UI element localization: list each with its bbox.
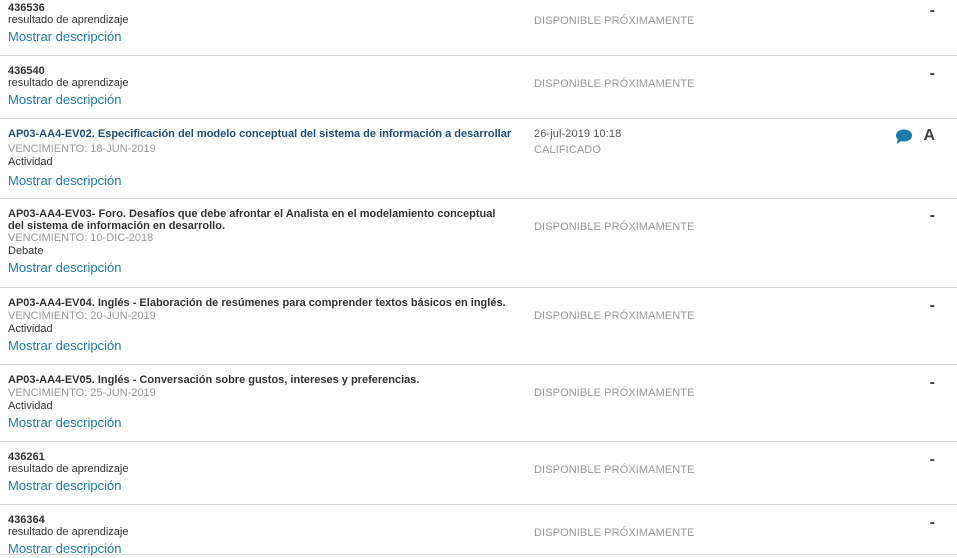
item-type: Debate: [8, 245, 44, 257]
item-info: AP03-AA4-EV03- Foro. Desafíos que debe a…: [8, 208, 508, 277]
item-type: Actividad: [8, 323, 53, 335]
item-title: 436364: [8, 514, 45, 526]
item-type: Actividad: [8, 400, 53, 412]
grade-value: -: [929, 374, 935, 391]
item-title: 436261: [8, 451, 45, 463]
show-description-link[interactable]: Mostrar descripción: [8, 173, 121, 188]
status-text: DISPONIBLE PRÓXIMAMENTE: [534, 310, 695, 322]
show-description-link[interactable]: Mostrar descripción: [8, 92, 121, 107]
grade-value: -: [929, 2, 935, 19]
list-item: AP03-AA4-EV05. Inglés - Conversación sob…: [0, 365, 957, 442]
item-type: resultado de aprendizaje: [8, 526, 129, 538]
status-text: DISPONIBLE PRÓXIMAMENTE: [534, 78, 695, 90]
show-description-link[interactable]: Mostrar descripción: [8, 29, 121, 44]
grades-list: 436536 resultado de aprendizaje Mostrar …: [0, 0, 957, 558]
grade-value: A: [923, 127, 935, 144]
status-text: DISPONIBLE PRÓXIMAMENTE: [534, 464, 695, 476]
submission-date: 26-jul-2019 10:18: [534, 128, 622, 140]
item-type: resultado de aprendizaje: [8, 463, 129, 475]
grade-value: -: [929, 207, 935, 224]
item-type: resultado de aprendizaje: [8, 14, 129, 26]
due-date: VENCIMIENTO: 25-JUN-2019: [8, 387, 156, 399]
due-date: VENCIMIENTO: 20-JUN-2019: [8, 310, 156, 322]
grade-value: -: [929, 451, 935, 468]
item-title: 436540: [8, 65, 45, 77]
grade-value: -: [929, 514, 935, 531]
status-text: DISPONIBLE PRÓXIMAMENTE: [534, 221, 695, 233]
item-info: AP03-AA4-EV05. Inglés - Conversación sob…: [8, 374, 518, 432]
grade-value: -: [929, 65, 935, 82]
show-description-link[interactable]: Mostrar descripción: [8, 260, 121, 275]
list-item: AP03-AA4-EV02. Especificación del modelo…: [0, 119, 957, 199]
list-item: 436261 resultado de aprendizaje Mostrar …: [0, 442, 957, 505]
list-item: AP03-AA4-EV04. Inglés - Elaboración de r…: [0, 288, 957, 365]
item-type: Actividad: [8, 156, 53, 168]
list-item: 436364 resultado de aprendizaje Mostrar …: [0, 505, 957, 558]
show-description-link[interactable]: Mostrar descripción: [8, 478, 121, 493]
show-description-link[interactable]: Mostrar descripción: [8, 338, 121, 353]
due-date: VENCIMIENTO: 10-DIC-2018: [8, 232, 154, 244]
item-type: resultado de aprendizaje: [8, 77, 129, 89]
status-text: DISPONIBLE PRÓXIMAMENTE: [534, 527, 695, 539]
item-info: 436540 resultado de aprendizaje Mostrar …: [8, 65, 518, 109]
item-title-link[interactable]: AP03-AA4-EV02. Especificación del modelo…: [8, 128, 528, 140]
item-info: AP03-AA4-EV02. Especificación del modelo…: [8, 128, 528, 190]
item-info: 436364 resultado de aprendizaje Mostrar …: [8, 514, 518, 558]
item-title: AP03-AA4-EV04. Inglés - Elaboración de r…: [8, 297, 506, 309]
show-description-link[interactable]: Mostrar descripción: [8, 415, 121, 430]
status-text: DISPONIBLE PRÓXIMAMENTE: [534, 387, 695, 399]
grade-value: -: [929, 297, 935, 314]
due-date: VENCIMIENTO: 18-JUN-2019: [8, 143, 156, 155]
list-item: 436536 resultado de aprendizaje Mostrar …: [0, 0, 957, 56]
item-title: AP03-AA4-EV05. Inglés - Conversación sob…: [8, 374, 420, 386]
item-info: 436261 resultado de aprendizaje Mostrar …: [8, 451, 518, 495]
item-title: 436536: [8, 2, 45, 14]
speech-bubble-icon[interactable]: [895, 129, 913, 145]
status-text: DISPONIBLE PRÓXIMAMENTE: [534, 15, 695, 27]
item-info: 436536 resultado de aprendizaje Mostrar …: [8, 2, 518, 46]
list-item: AP03-AA4-EV03- Foro. Desafíos que debe a…: [0, 199, 957, 288]
status-text: CALIFICADO: [534, 144, 602, 156]
show-description-link[interactable]: Mostrar descripción: [8, 541, 121, 556]
item-info: AP03-AA4-EV04. Inglés - Elaboración de r…: [8, 297, 518, 355]
item-title: AP03-AA4-EV03- Foro. Desafíos que debe a…: [8, 208, 496, 232]
list-item: 436540 resultado de aprendizaje Mostrar …: [0, 56, 957, 119]
